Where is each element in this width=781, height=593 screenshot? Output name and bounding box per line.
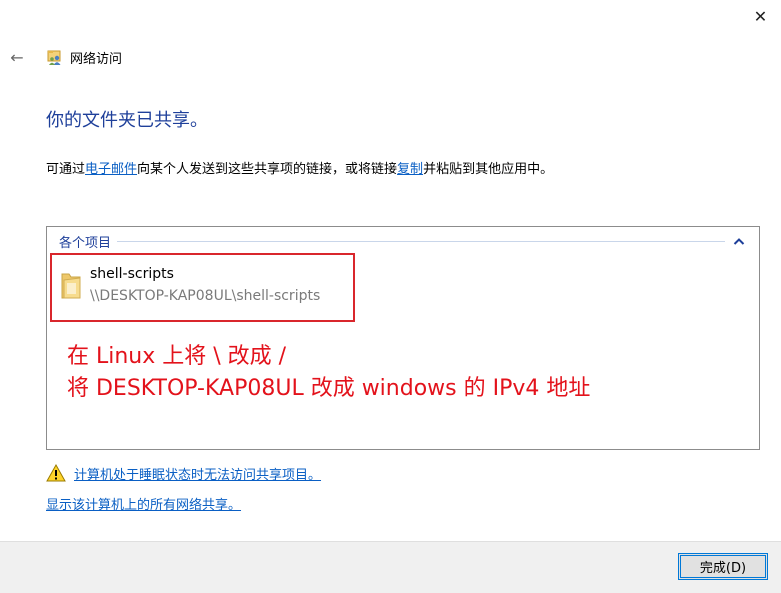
annotation-line: 将 DESKTOP-KAP08UL 改成 windows 的 IPv4 地址 <box>67 376 591 401</box>
item-name: shell-scripts <box>90 266 174 282</box>
warning-icon <box>46 464 66 482</box>
collapse-button[interactable] <box>729 233 749 249</box>
instruction-prefix: 可通过 <box>46 162 86 177</box>
sleep-warning: 计算机处于睡眠状态时无法访问共享项目。 <box>46 462 321 484</box>
copy-link[interactable]: 复制 <box>397 162 423 177</box>
shared-items-panel: 各个项目 shell-scripts \\DESKTOP-KAP08UL\she… <box>46 226 760 450</box>
instruction-text: 可通过电子邮件向某个人发送到这些共享项的链接，或将链接复制并粘贴到其他应用中。 <box>46 158 553 177</box>
group-header: 各个项目 <box>59 231 749 251</box>
close-icon: ✕ <box>753 6 768 26</box>
instruction-suffix: 并粘贴到其他应用中。 <box>423 162 554 177</box>
sleep-warning-link[interactable]: 计算机处于睡眠状态时无法访问共享项目。 <box>74 464 321 483</box>
show-all-shares-link[interactable]: 显示该计算机上的所有网络共享。 <box>46 494 241 513</box>
wizard-header: 网络访问 <box>46 46 122 68</box>
email-link[interactable]: 电子邮件 <box>85 162 137 177</box>
footer: 完成(D) <box>0 541 781 593</box>
group-label: 各个项目 <box>59 235 112 251</box>
list-item[interactable]: shell-scripts \\DESKTOP-KAP08UL\shell-sc… <box>50 253 355 322</box>
folder-icon <box>61 273 81 299</box>
annotation-line: 在 Linux 上将 \ 改成 / <box>67 344 287 369</box>
back-button[interactable]: ← <box>6 46 28 68</box>
item-path: \\DESKTOP-KAP08UL\shell-scripts <box>90 288 321 304</box>
page-title: 你的文件夹已共享。 <box>46 110 208 131</box>
chevron-up-icon <box>733 238 745 245</box>
back-arrow-icon: ← <box>10 47 24 67</box>
network-sharing-icon <box>47 50 61 65</box>
group-divider <box>117 240 725 242</box>
instruction-middle: 向某个人发送到这些共享项的链接，或将链接 <box>137 162 398 177</box>
window-title: 网络访问 <box>70 51 123 67</box>
done-button[interactable]: 完成(D) <box>678 553 768 580</box>
close-button[interactable]: ✕ <box>740 0 781 32</box>
